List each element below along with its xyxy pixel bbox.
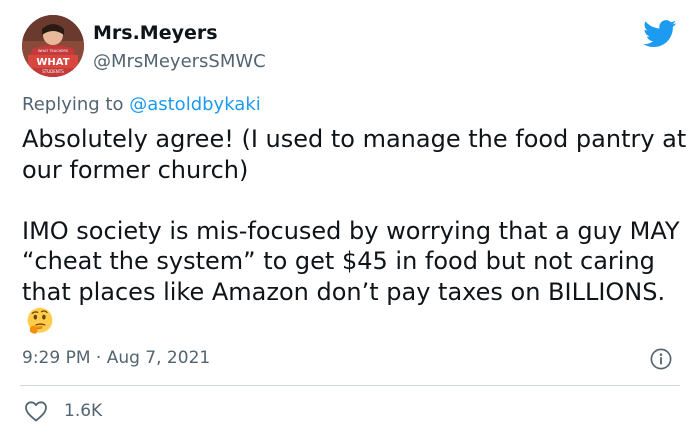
tweet-card: WHAT TEACHERS WHAT STUDENTS Mrs.Meyers @… <box>0 0 700 442</box>
reply-mention-link[interactable]: @astoldbykaki <box>129 94 261 115</box>
tweet-text: Absolutely agree! (I used to manage the … <box>22 124 692 338</box>
reply-context: Replying to @astoldbykaki <box>22 94 261 115</box>
tweet-timestamp[interactable]: 9:29 PM · Aug 7, 2021 <box>22 348 210 368</box>
tweet-paragraph-2: IMO society is mis-focused by worrying t… <box>22 216 692 338</box>
thinking-face-emoji-icon <box>27 307 53 334</box>
avatar-sign-text: WHAT <box>36 57 69 68</box>
avatar-image: WHAT TEACHERS WHAT STUDENTS <box>22 15 84 77</box>
divider <box>20 385 680 386</box>
svg-text:WHAT TEACHERS: WHAT TEACHERS <box>38 49 69 53</box>
display-name[interactable]: Mrs.Meyers <box>93 22 218 44</box>
tweet-paragraph-2-text: IMO society is mis-focused by worrying t… <box>22 216 680 306</box>
tweet-paragraph-1-text: Absolutely agree! (I used to manage the … <box>22 125 687 184</box>
user-handle[interactable]: @MrsMeyersSMWC <box>93 51 266 72</box>
reply-prefix: Replying to <box>22 94 124 115</box>
like-count: 1.6K <box>64 401 103 421</box>
avatar[interactable]: WHAT TEACHERS WHAT STUDENTS <box>22 15 84 77</box>
info-icon[interactable] <box>650 348 672 370</box>
like-action[interactable]: 1.6K <box>24 400 102 422</box>
heart-icon[interactable] <box>24 400 48 422</box>
tweet-paragraph-1: Absolutely agree! (I used to manage the … <box>22 124 692 185</box>
svg-text:STUDENTS: STUDENTS <box>42 69 64 74</box>
twitter-bird-icon[interactable] <box>643 20 677 48</box>
